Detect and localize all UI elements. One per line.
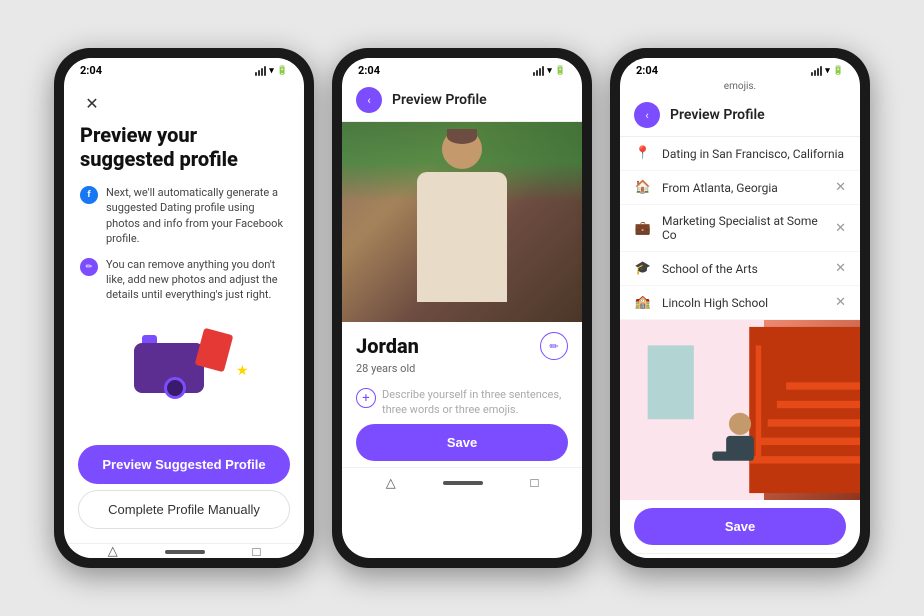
status-bar-1: 2:04 ▾ 🔋 bbox=[64, 58, 304, 79]
profile-age: 28 years old bbox=[356, 362, 568, 375]
battery-icon-2: 🔋 bbox=[555, 66, 566, 76]
person-head bbox=[442, 129, 482, 169]
detail-text-2: From Atlanta, Georgia bbox=[662, 181, 825, 195]
header-container-3: emojis. ‹ Preview Profile bbox=[620, 79, 860, 137]
nav-bar-2: △ □ bbox=[342, 467, 582, 499]
nav-bar-1: △ □ bbox=[64, 543, 304, 558]
back-button-2[interactable]: ‹ bbox=[356, 87, 382, 113]
remove-job-button[interactable]: ✕ bbox=[835, 221, 846, 236]
detail-text-1: Dating in San Francisco, California bbox=[662, 147, 846, 161]
signal-icon-2 bbox=[533, 66, 544, 76]
detail-location: 📍 Dating in San Francisco, California bbox=[620, 137, 860, 171]
square-nav-icon-3[interactable]: □ bbox=[808, 554, 816, 558]
detail-school1: 🎓 School of the Arts ✕ bbox=[620, 252, 860, 286]
save-button-3[interactable]: Save bbox=[634, 508, 846, 545]
signal-icon bbox=[255, 66, 266, 76]
battery-icon-3: 🔋 bbox=[833, 66, 844, 76]
status-icons-1: ▾ 🔋 bbox=[255, 66, 288, 76]
save-button-2[interactable]: Save bbox=[356, 424, 568, 461]
camera-body bbox=[134, 343, 204, 393]
nav-bar-3: △ □ bbox=[620, 553, 860, 558]
staircase-svg bbox=[620, 320, 860, 500]
info-item-1: f Next, we'll automatically generate a s… bbox=[80, 185, 288, 247]
detail-school2: 🏫 Lincoln High School ✕ bbox=[620, 286, 860, 320]
home-nav-button-2[interactable] bbox=[443, 481, 483, 485]
add-bio-button[interactable]: + bbox=[356, 388, 376, 408]
bio-area[interactable]: + Describe yourself in three sentences, … bbox=[342, 387, 582, 418]
info-item-2: ✏ You can remove anything you don't like… bbox=[80, 257, 288, 303]
person-body bbox=[417, 172, 507, 302]
signal-icon-3 bbox=[811, 66, 822, 76]
status-bar-2: 2:04 ▾ 🔋 bbox=[342, 58, 582, 79]
phone-3: 2:04 ▾ 🔋 emojis. ‹ Preview Profile bbox=[610, 48, 870, 568]
back-button-3[interactable]: ‹ bbox=[634, 102, 660, 128]
time-2: 2:04 bbox=[358, 64, 380, 77]
profile-name: Jordan bbox=[356, 334, 419, 358]
phone1-main-content: ✕ Preview your suggested profile f Next,… bbox=[64, 79, 304, 435]
square-nav-icon-2[interactable]: □ bbox=[530, 475, 538, 491]
status-icons-2: ▾ 🔋 bbox=[533, 66, 566, 76]
status-bar-3: 2:04 ▾ 🔋 bbox=[620, 58, 860, 79]
header-title-3: Preview Profile bbox=[670, 107, 765, 123]
phone3-main-content: 📍 Dating in San Francisco, California 🏠 … bbox=[620, 137, 860, 558]
phone3-header: ‹ Preview Profile bbox=[620, 94, 860, 137]
close-button[interactable]: ✕ bbox=[80, 91, 104, 115]
phone-1: 2:04 ▾ 🔋 ✕ Preview your suggested profil… bbox=[54, 48, 314, 568]
school-icon-1: 🎓 bbox=[634, 261, 652, 276]
detail-text-5: Lincoln High School bbox=[662, 296, 825, 310]
illustration-graphic: ★ bbox=[124, 323, 244, 413]
wifi-icon-2: ▾ bbox=[547, 66, 552, 76]
edit-name-button[interactable]: ✏ bbox=[540, 332, 568, 360]
profile-photo-2 bbox=[620, 320, 860, 500]
pencil-icon: ✏ bbox=[80, 258, 98, 276]
back-nav-icon-3[interactable]: △ bbox=[664, 555, 674, 559]
profile-name-row: Jordan ✏ bbox=[356, 332, 568, 360]
bio-placeholder-text: Describe yourself in three sentences, th… bbox=[382, 387, 568, 418]
wifi-icon-3: ▾ bbox=[825, 66, 830, 76]
back-nav-icon[interactable]: △ bbox=[108, 544, 118, 558]
battery-icon: 🔋 bbox=[277, 66, 288, 76]
detail-job: 💼 Marketing Specialist at Some Co ✕ bbox=[620, 205, 860, 252]
status-icons-3: ▾ 🔋 bbox=[811, 66, 844, 76]
preview-suggested-profile-button[interactable]: Preview Suggested Profile bbox=[78, 445, 290, 484]
home-icon: 🏠 bbox=[634, 180, 652, 195]
phone2-header: ‹ Preview Profile bbox=[342, 79, 582, 122]
profile-info: Jordan ✏ 28 years old bbox=[342, 322, 582, 387]
location-icon: 📍 bbox=[634, 146, 652, 161]
work-icon: 💼 bbox=[634, 221, 652, 236]
home-nav-button[interactable] bbox=[165, 550, 205, 554]
profile-photo-1 bbox=[342, 122, 582, 322]
book-decoration bbox=[195, 327, 234, 371]
detail-text-4: School of the Arts bbox=[662, 262, 825, 276]
wifi-icon: ▾ bbox=[269, 66, 274, 76]
remove-school1-button[interactable]: ✕ bbox=[835, 261, 846, 276]
time-1: 2:04 bbox=[80, 64, 102, 77]
facebook-icon: f bbox=[80, 186, 98, 204]
detail-text-3: Marketing Specialist at Some Co bbox=[662, 214, 825, 242]
time-3: 2:04 bbox=[636, 64, 658, 77]
emojis-badge: emojis. bbox=[620, 79, 860, 94]
school-icon-2: 🏫 bbox=[634, 295, 652, 310]
square-nav-icon[interactable]: □ bbox=[252, 544, 260, 558]
bottom-buttons: Preview Suggested Profile Complete Profi… bbox=[64, 435, 304, 543]
back-nav-icon-2[interactable]: △ bbox=[386, 476, 396, 491]
complete-profile-manually-button[interactable]: Complete Profile Manually bbox=[78, 490, 290, 529]
detail-hometown: 🏠 From Atlanta, Georgia ✕ bbox=[620, 171, 860, 205]
header-title-2: Preview Profile bbox=[392, 92, 487, 108]
person-photo bbox=[402, 137, 522, 322]
camera-lens bbox=[164, 377, 186, 399]
phone-2: 2:04 ▾ 🔋 ‹ Preview Profile bbox=[332, 48, 592, 568]
remove-hometown-button[interactable]: ✕ bbox=[835, 180, 846, 195]
page-title: Preview your suggested profile bbox=[80, 123, 288, 171]
remove-school2-button[interactable]: ✕ bbox=[835, 295, 846, 310]
camera-illustration: ★ bbox=[80, 313, 288, 423]
person-beard bbox=[447, 129, 477, 144]
